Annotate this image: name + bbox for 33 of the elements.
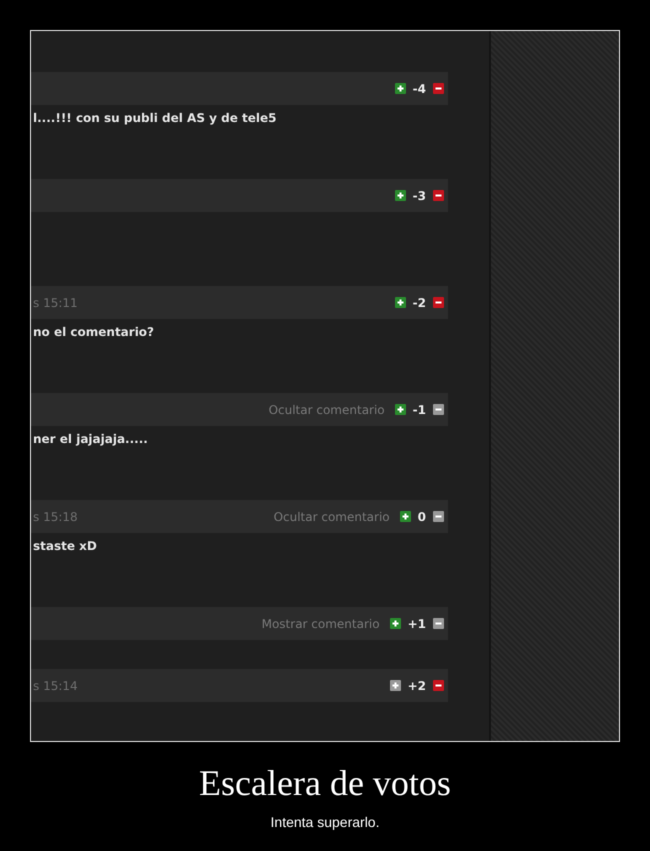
vote-score: -4: [412, 82, 426, 96]
toggle-comment-link[interactable]: Ocultar comentario: [274, 510, 390, 524]
comment-text: no el comentario?: [33, 325, 154, 339]
vote-score: +1: [408, 616, 426, 630]
comment-time: s 15:14: [33, 678, 78, 692]
comment-text: l....!!! con su publi del AS y de tele5: [33, 111, 277, 125]
toggle-comment-link[interactable]: Mostrar comentario: [262, 616, 380, 630]
downvote-minus-icon[interactable]: [433, 190, 444, 201]
poster-subtitle: Intenta superarlo.: [270, 814, 380, 830]
downvote-minus-icon[interactable]: [433, 404, 444, 415]
comment-time: s 15:11: [33, 296, 78, 310]
upvote-plus-icon[interactable]: [394, 404, 406, 415]
toggle-comment-link[interactable]: Ocultar comentario: [268, 402, 385, 416]
comment-time: s 15:18: [33, 510, 78, 524]
downvote-minus-icon[interactable]: [433, 297, 444, 308]
upvote-plus-icon[interactable]: [390, 680, 401, 691]
vote-score: -1: [412, 402, 426, 416]
comment-text: staste xD: [33, 539, 97, 553]
comment-text: ner el jajajaja.....: [33, 432, 148, 446]
upvote-plus-icon[interactable]: [394, 190, 406, 201]
vote-score: +2: [408, 678, 426, 692]
upvote-plus-icon[interactable]: [394, 83, 406, 94]
vote-score: 0: [418, 510, 426, 524]
vote-score: -3: [412, 188, 426, 202]
upvote-plus-icon[interactable]: [390, 618, 401, 629]
vote-score: -2: [412, 296, 426, 310]
upvote-plus-icon[interactable]: [394, 297, 406, 308]
downvote-minus-icon[interactable]: [433, 511, 444, 522]
downvote-minus-icon[interactable]: [433, 680, 444, 691]
downvote-minus-icon[interactable]: [433, 83, 444, 94]
downvote-minus-icon[interactable]: [433, 618, 444, 629]
poster-title: Escalera de votos: [199, 762, 451, 804]
upvote-plus-icon[interactable]: [400, 511, 411, 522]
